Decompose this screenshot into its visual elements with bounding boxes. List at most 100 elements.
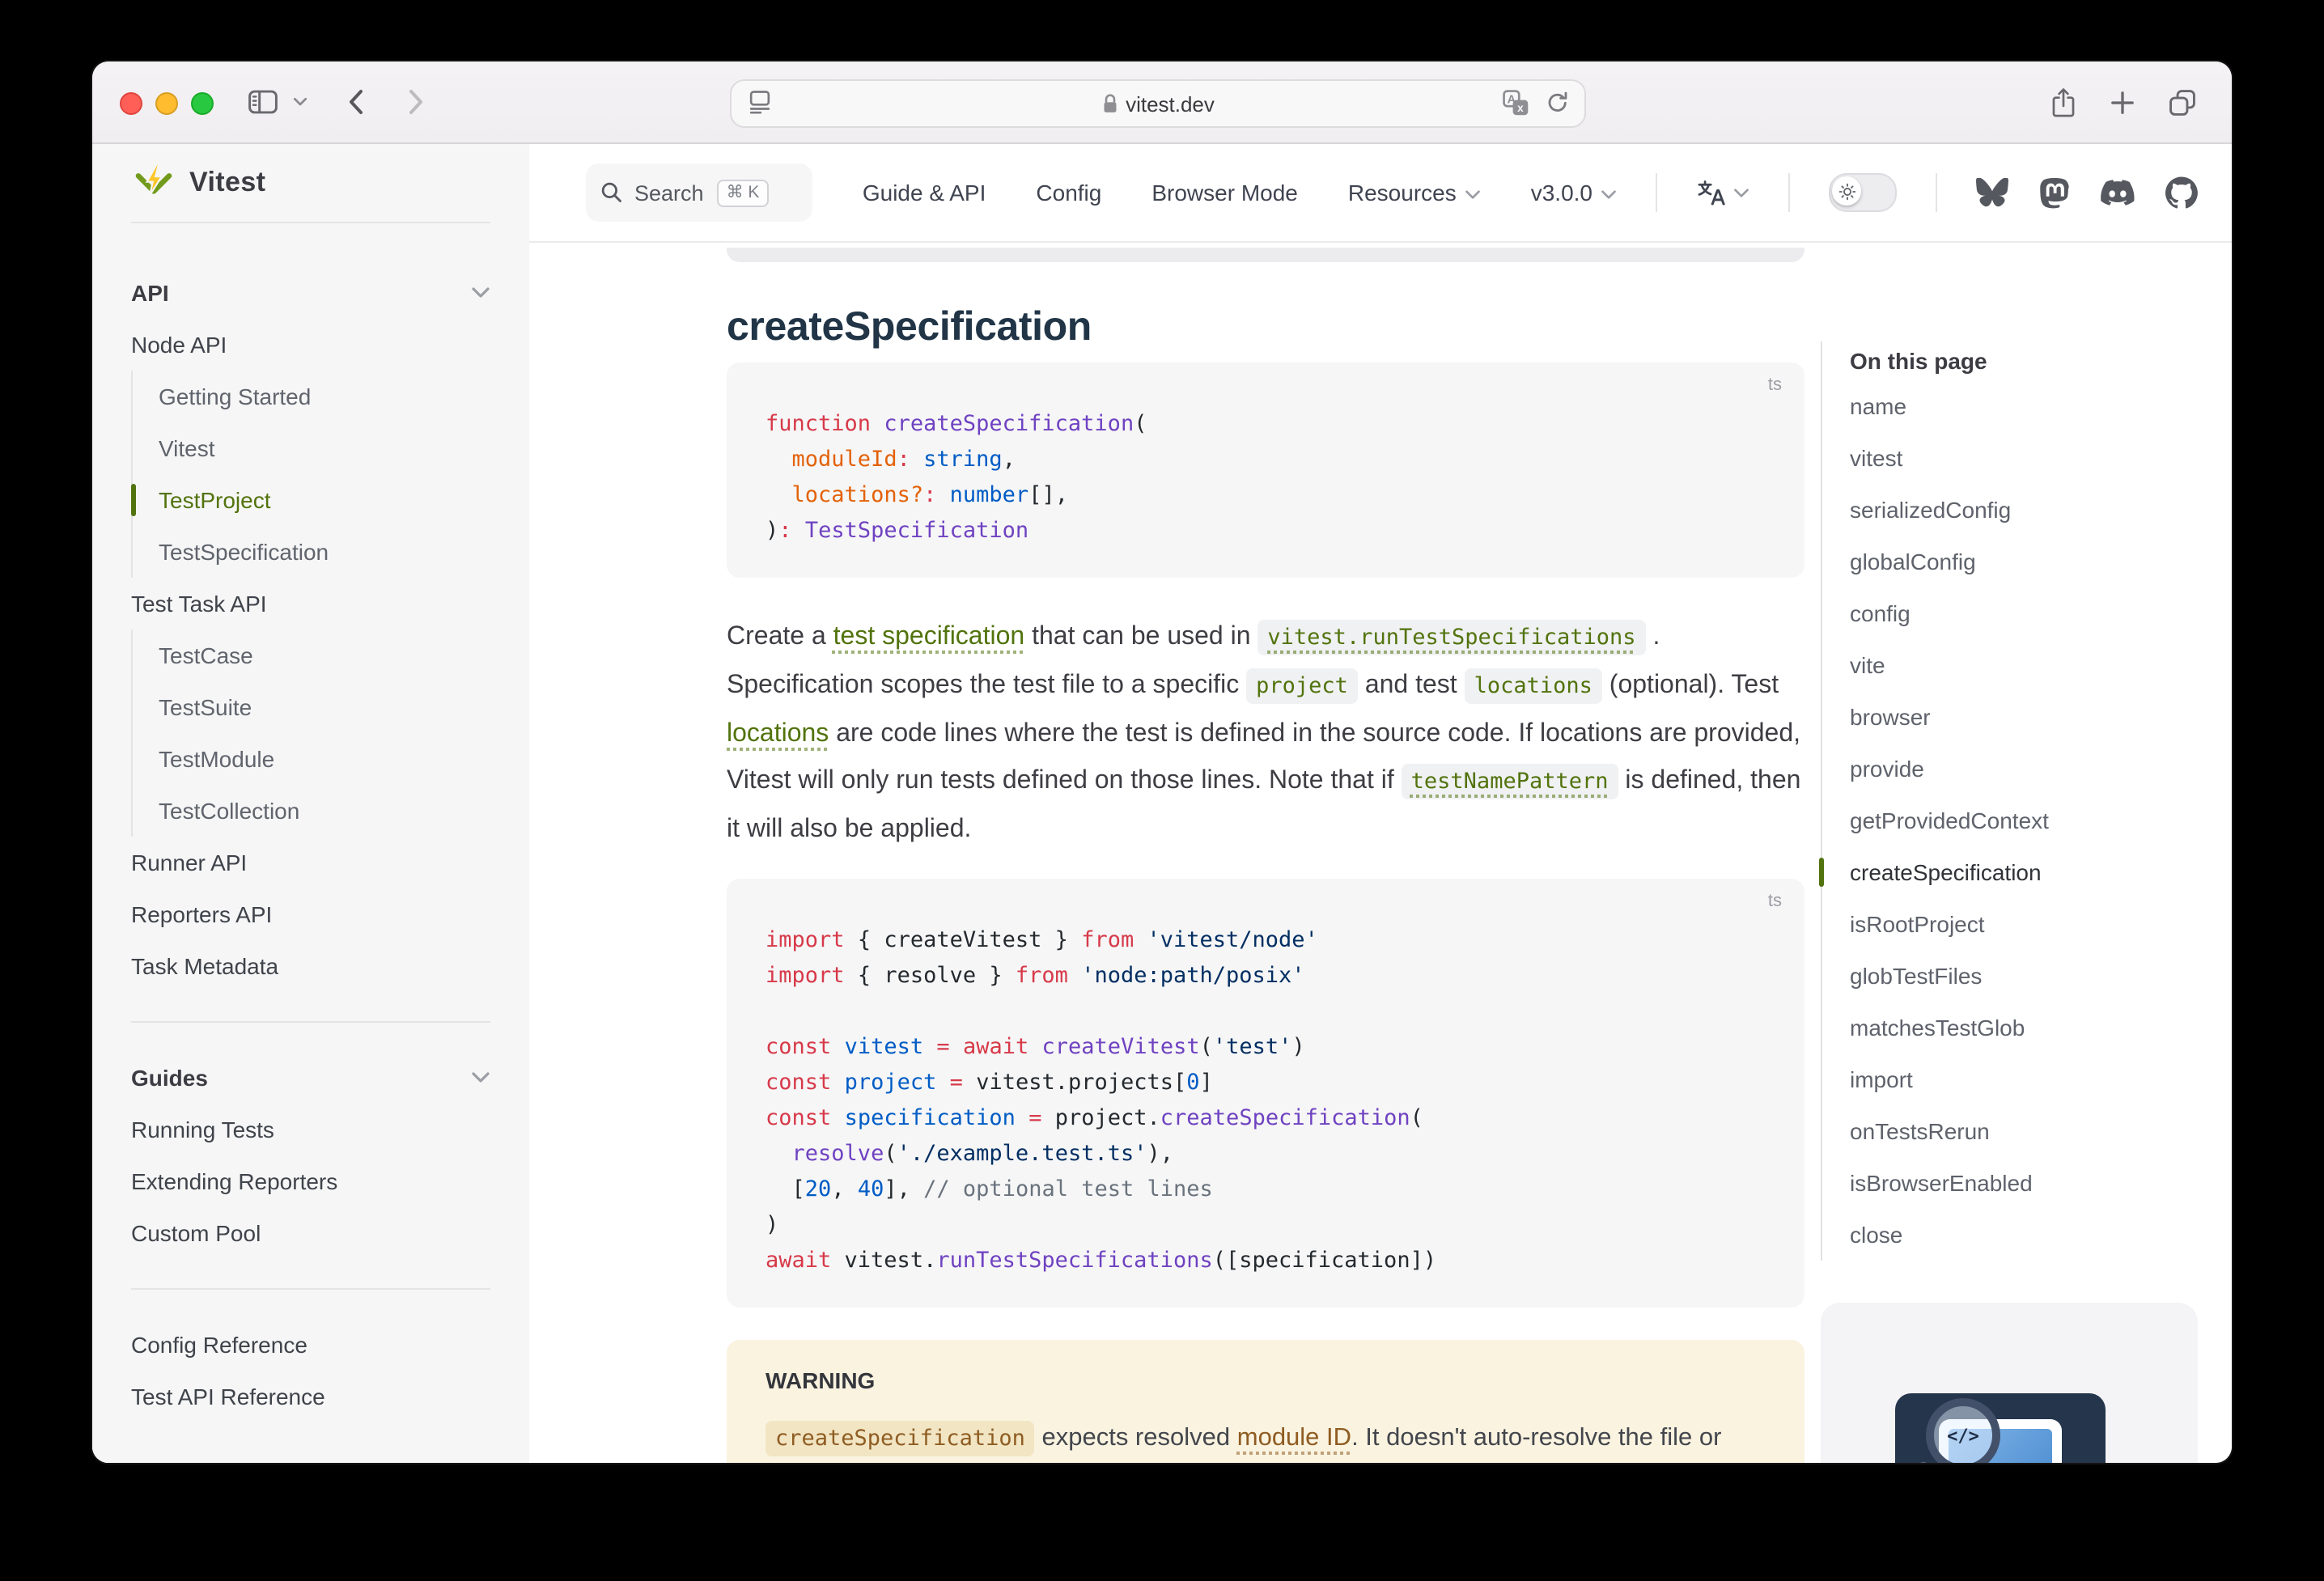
code-block-example[interactable]: ts import { createVitest } from 'vitest/…: [727, 879, 1804, 1308]
toc-item-vite[interactable]: vite: [1850, 639, 2232, 691]
sidebar-section-guides[interactable]: Guides: [131, 1052, 490, 1104]
share-icon[interactable]: [2050, 87, 2076, 117]
sidebar-item-reporters-api[interactable]: Reporters API: [131, 888, 490, 940]
sidebar-item-config-reference[interactable]: Config Reference: [131, 1319, 490, 1371]
code-line: ): [765, 1207, 1766, 1243]
warning-callout: WARNING createSpecification expects reso…: [727, 1340, 1804, 1463]
code-block-signature[interactable]: ts function createSpecification( moduleI…: [727, 362, 1804, 578]
url-text[interactable]: vitest.dev: [1126, 91, 1215, 116]
close-window-button[interactable]: [120, 92, 142, 115]
sidebar-item-running-tests[interactable]: Running Tests: [131, 1104, 490, 1155]
toc-item-globalconfig[interactable]: globalConfig: [1850, 536, 2232, 587]
sidebar-nav: APINode APIGetting StartedVitestTestProj…: [92, 223, 529, 1422]
bluesky-icon[interactable]: [1976, 178, 2008, 207]
inline-code-link[interactable]: vitest.runTestSpecifications: [1257, 620, 1645, 655]
sidebar-toggle-icon[interactable]: [248, 89, 278, 115]
sidebar-item-vitest[interactable]: Vitest: [159, 422, 490, 474]
zoom-window-button[interactable]: [191, 92, 214, 115]
sidebar-chevron-icon[interactable]: [293, 97, 307, 107]
nav-link-config[interactable]: Config: [1036, 180, 1101, 206]
sidebar-item-runner-api[interactable]: Runner API: [131, 837, 490, 888]
svg-text:x: x: [1517, 102, 1524, 114]
sidebar-item-testsuite[interactable]: TestSuite: [159, 681, 490, 733]
sidebar-item-node-api[interactable]: Node API: [131, 319, 490, 371]
code-line: locations?: number[],: [765, 477, 1766, 513]
previous-code-block-bottom: [727, 248, 1804, 262]
site-logo[interactable]: Vitest: [92, 144, 529, 222]
toc-item-provide[interactable]: provide: [1850, 743, 2232, 795]
nav-dropdown-resources[interactable]: Resources: [1348, 180, 1481, 206]
sidebar-item-custom-pool[interactable]: Custom Pool: [131, 1207, 490, 1259]
sidebar-item-testspecification[interactable]: TestSpecification: [159, 526, 490, 578]
doc-paragraph: Create a test specification that can be …: [727, 613, 1804, 853]
inline-code-link[interactable]: testNamePattern: [1402, 764, 1618, 799]
nav-divider: [1936, 173, 1937, 212]
toc-item-serializedconfig[interactable]: serializedConfig: [1850, 484, 2232, 536]
toc-item-matchestestglob[interactable]: matchesTestGlob: [1850, 1002, 2232, 1053]
nav-link-browser-mode[interactable]: Browser Mode: [1151, 180, 1298, 206]
discord-icon[interactable]: [2101, 180, 2135, 206]
reload-icon[interactable]: [1546, 91, 1570, 115]
minimize-window-button[interactable]: [155, 92, 178, 115]
toc-item-close[interactable]: close: [1850, 1209, 2232, 1261]
forward-icon[interactable]: [408, 89, 424, 115]
back-icon[interactable]: [348, 89, 364, 115]
language-menu[interactable]: [1696, 177, 1749, 208]
nav-link-guide-api[interactable]: Guide & API: [863, 180, 986, 206]
sidebar-item-getting-started[interactable]: Getting Started: [159, 371, 490, 422]
sidebar-item-testcase[interactable]: TestCase: [159, 629, 490, 681]
address-bar[interactable]: vitest.dev Ax: [730, 79, 1586, 128]
toc-item-globtestfiles[interactable]: globTestFiles: [1850, 950, 2232, 1002]
toc-item-name[interactable]: name: [1850, 380, 2232, 432]
chevron-down-icon: [471, 286, 490, 299]
sidebar-item-test-api-reference[interactable]: Test API Reference: [131, 1371, 490, 1422]
tab-overview-icon[interactable]: [2169, 88, 2196, 116]
nav-divider: [1656, 173, 1657, 212]
site: Vitest APINode APIGetting StartedVitestT…: [92, 144, 2232, 1463]
toc-item-isbrowserenabled[interactable]: isBrowserEnabled: [1850, 1157, 2232, 1209]
chevron-down-icon: [1601, 189, 1617, 200]
text: expects resolved: [1035, 1424, 1237, 1452]
toc-title: On this page: [1850, 341, 2232, 380]
theme-toggle[interactable]: [1829, 173, 1897, 212]
browser-titlebar: vitest.dev Ax: [92, 61, 2232, 144]
toc-item-browser[interactable]: browser: [1850, 691, 2232, 743]
toc-item-createspecification[interactable]: createSpecification: [1850, 846, 2232, 898]
sidebar-item-extending-reporters[interactable]: Extending Reporters: [131, 1155, 490, 1207]
sidebar-item-task-metadata[interactable]: Task Metadata: [131, 940, 490, 992]
toc-item-config[interactable]: config: [1850, 587, 2232, 639]
code-line: function createSpecification(: [765, 406, 1766, 442]
traffic-lights: [120, 92, 214, 115]
nav-dropdown-version[interactable]: v3.0.0: [1531, 180, 1617, 206]
text: Create a: [727, 623, 833, 651]
main-area: Search ⌘ K Guide & API Config Browser Mo…: [529, 144, 2232, 1463]
text: and test: [1358, 672, 1465, 699]
inline-code: project: [1246, 668, 1358, 704]
sidebar-section-api[interactable]: API: [131, 267, 490, 319]
text-link[interactable]: test specification: [833, 623, 1025, 651]
toc-item-vitest[interactable]: vitest: [1850, 432, 2232, 484]
new-tab-icon[interactable]: [2110, 90, 2135, 114]
chevron-down-icon: [1465, 189, 1481, 200]
code-line: ): TestSpecification: [765, 513, 1766, 549]
toc-item-ontestsrerun[interactable]: onTestsRerun: [1850, 1105, 2232, 1157]
toc-item-import[interactable]: import: [1850, 1053, 2232, 1105]
inline-code: createSpecification: [765, 1421, 1035, 1456]
sidebar-item-testcollection[interactable]: TestCollection: [159, 785, 490, 837]
sponsor-ad-card[interactable]: </>: [1821, 1303, 2198, 1463]
code-line: import { createVitest } from 'vitest/nod…: [765, 922, 1766, 958]
text-link[interactable]: module ID: [1237, 1424, 1351, 1452]
mastodon-icon[interactable]: [2039, 177, 2070, 208]
toc-item-getprovidedcontext[interactable]: getProvidedContext: [1850, 795, 2232, 846]
text-link[interactable]: locations: [727, 720, 829, 748]
sidebar-item-testproject[interactable]: TestProject: [159, 474, 490, 526]
sidebar-item-testmodule[interactable]: TestModule: [159, 733, 490, 785]
sidebar-item-test-task-api[interactable]: Test Task API: [131, 578, 490, 629]
translate-icon: [1696, 177, 1727, 208]
translate-page-icon[interactable]: Ax: [1502, 89, 1529, 117]
search-button[interactable]: Search ⌘ K: [586, 163, 812, 222]
search-icon: [600, 181, 623, 204]
toc-item-isrootproject[interactable]: isRootProject: [1850, 898, 2232, 950]
aside: On this page namevitestserializedConfigg…: [1821, 241, 2232, 1463]
github-icon[interactable]: [2165, 176, 2198, 209]
